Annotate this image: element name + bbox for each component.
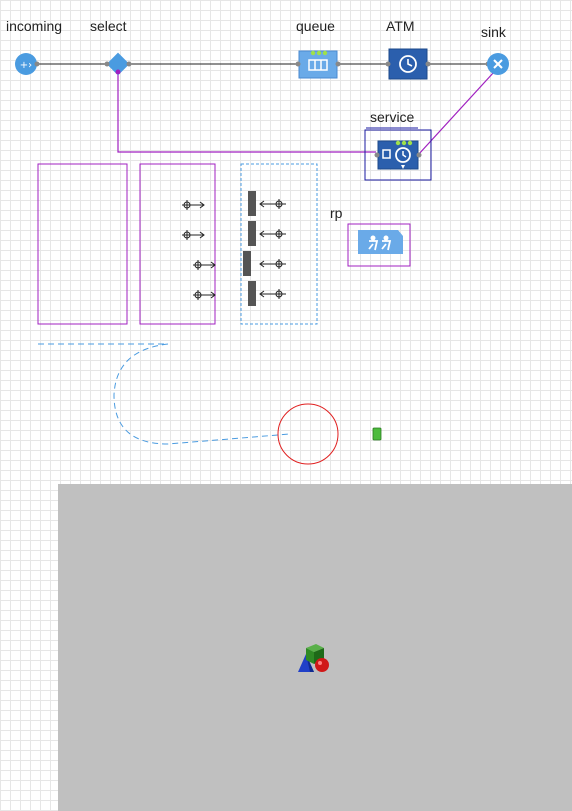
- incoming-label: incoming: [6, 18, 63, 34]
- rp-label: rp: [330, 205, 343, 221]
- exit-point-icon: [193, 260, 216, 270]
- enter-point-icon: [259, 229, 286, 239]
- enter-point-icon: [259, 289, 286, 299]
- select-label: select: [90, 18, 127, 34]
- enter-point-icon: [259, 199, 286, 209]
- 3d-scene-area[interactable]: [58, 484, 572, 811]
- sink-block[interactable]: [485, 53, 510, 75]
- green-object-marker[interactable]: [372, 427, 382, 441]
- queue-block[interactable]: [295, 50, 341, 79]
- select-output-block[interactable]: [104, 52, 132, 76]
- area-rectangle-left[interactable]: [37, 163, 128, 325]
- resource-pool-block[interactable]: [347, 223, 411, 267]
- exit-points-area[interactable]: [139, 163, 216, 325]
- queue-label: queue: [296, 18, 335, 34]
- service-block[interactable]: [364, 127, 432, 181]
- source-block-incoming[interactable]: +›: [15, 53, 40, 75]
- select-to-service-connector: [117, 72, 376, 153]
- exit-point-icon: [182, 230, 205, 240]
- service-to-sink-connector: [417, 71, 495, 156]
- svg-text:+›: +›: [20, 60, 32, 71]
- 3d-objects-icon: [298, 644, 329, 672]
- network-path[interactable]: [38, 343, 291, 445]
- sink-label: sink: [481, 24, 506, 40]
- enter-point-icon: [259, 259, 286, 269]
- enter-points-area[interactable]: [240, 163, 318, 325]
- atm-label: ATM: [386, 18, 415, 34]
- service-label: service: [370, 109, 415, 125]
- exit-point-icon: [193, 290, 216, 300]
- exit-point-icon: [182, 200, 205, 210]
- atm-delay-block[interactable]: [385, 48, 431, 80]
